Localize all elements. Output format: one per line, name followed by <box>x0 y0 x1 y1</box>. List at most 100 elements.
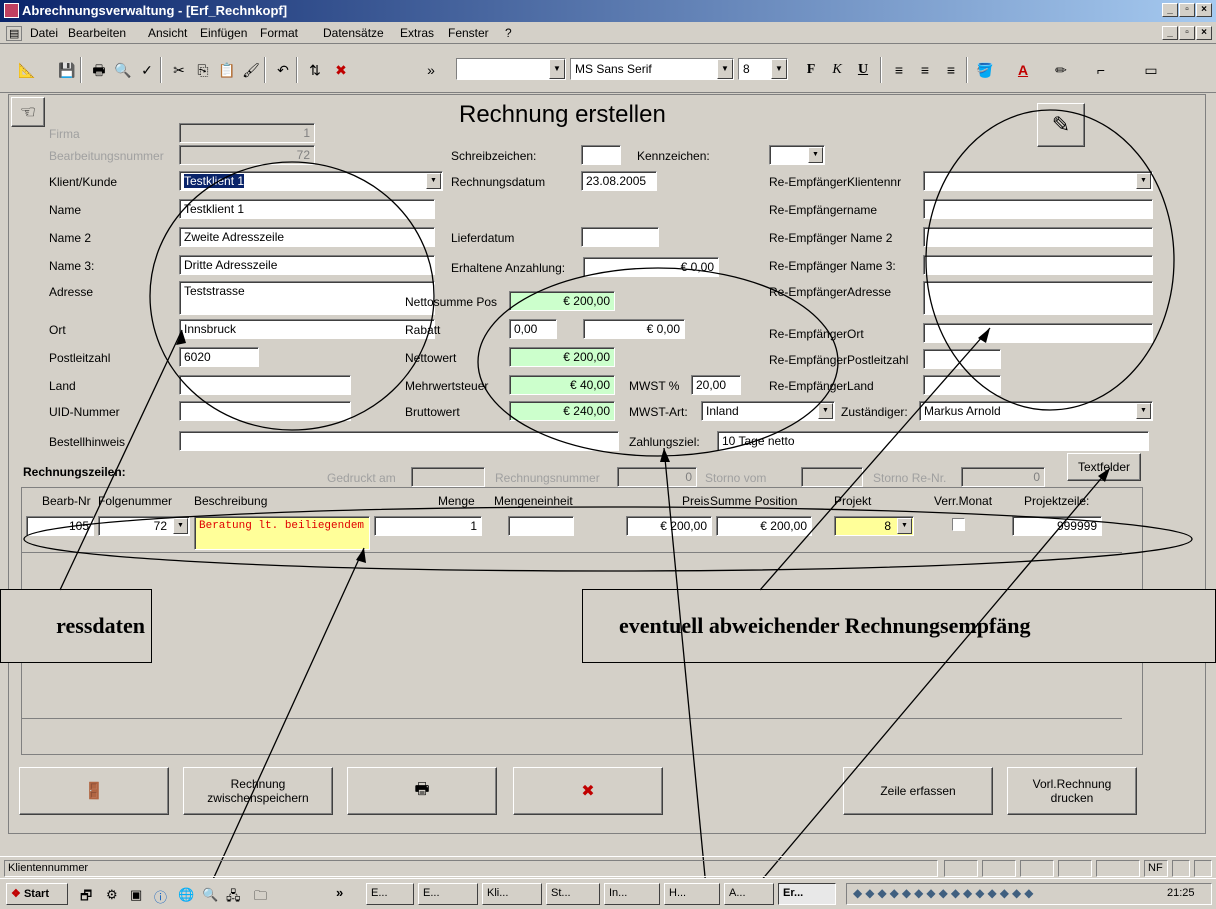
doc-restore-button[interactable]: ▫ <box>1179 26 1195 40</box>
mwst-art-combo[interactable]: Inland ▼ <box>701 401 835 421</box>
tray-icons[interactable]: ◆◆◆◆◆◆◆◆◆◆◆◆◆◆◆ <box>853 886 1036 900</box>
border-icon[interactable]: ⌐ <box>1090 59 1112 81</box>
row-menge[interactable]: 1 <box>374 516 482 536</box>
restore-button[interactable]: ▫ <box>1179 3 1195 17</box>
font-size-combo[interactable]: 8 ▼ <box>738 58 788 80</box>
land-field[interactable] <box>179 375 351 395</box>
vorl-rechnung-button[interactable]: Vorl.Rechnung drucken <box>1007 767 1137 815</box>
kennzeichen-combo[interactable]: ▼ <box>769 145 825 165</box>
cut-icon[interactable]: ✂ <box>168 59 190 81</box>
line-style-icon[interactable]: ▭ <box>1140 59 1162 81</box>
toolbar-overflow-icon[interactable]: » <box>420 59 442 81</box>
form-menu-icon[interactable]: ▤ <box>6 26 23 41</box>
font-color-icon[interactable]: A <box>1012 59 1034 81</box>
name-field[interactable]: Testklient 1 <box>179 199 435 219</box>
row-mengeneinheit[interactable] <box>508 516 574 536</box>
mwst-pct-field[interactable]: 20,00 <box>691 375 741 395</box>
italic-button[interactable]: K <box>826 59 848 81</box>
design-view-icon[interactable]: 📐 <box>16 59 38 81</box>
ort-field[interactable]: Innsbruck <box>179 319 435 339</box>
row-bearb-nr[interactable]: 105 <box>26 516 94 536</box>
paste-icon[interactable]: 📋 <box>216 59 238 81</box>
quicklaunch-app-icon[interactable]: ⚙ <box>106 887 118 903</box>
quicklaunch-browser-icon[interactable]: 🌐 <box>178 887 194 903</box>
re-ort-field[interactable] <box>923 323 1153 343</box>
name3-field[interactable]: Dritte Adresszeile <box>179 255 435 275</box>
row-projektzeile[interactable]: 999999 <box>1012 516 1102 536</box>
row-folgenummer[interactable]: 72 ▼ <box>98 516 190 536</box>
re-plz-field[interactable] <box>923 349 1001 369</box>
align-left-icon[interactable]: ≡ <box>888 59 910 81</box>
minimize-button[interactable]: _ <box>1162 3 1178 17</box>
preview-icon[interactable]: 🔍 <box>112 59 134 81</box>
name2-field[interactable]: Zweite Adresszeile <box>179 227 435 247</box>
schreibzeichen-field[interactable] <box>581 145 621 165</box>
task-item[interactable]: E... <box>366 883 414 905</box>
plz-field[interactable]: 6020 <box>179 347 259 367</box>
task-item[interactable]: E... <box>418 883 478 905</box>
copy-icon[interactable]: ⎘ <box>192 59 214 81</box>
task-item[interactable]: H... <box>664 883 720 905</box>
re-name2-field[interactable] <box>923 227 1153 247</box>
exit-door-icon[interactable]: 🚪 <box>19 767 169 815</box>
zeile-erfassen-button[interactable]: Zeile erfassen <box>843 767 993 815</box>
line-color-icon[interactable]: ✏ <box>1050 59 1072 81</box>
menu-einfuegen[interactable]: Einfügen <box>200 26 247 40</box>
menu-help[interactable]: ? <box>505 26 512 40</box>
pointing-hand-icon[interactable]: ☜ <box>11 97 45 127</box>
edit-pencil-icon[interactable]: ✎ <box>1037 103 1085 147</box>
task-item[interactable]: Kli... <box>482 883 542 905</box>
menu-bearbeiten[interactable]: Bearbeiten <box>68 26 126 40</box>
print-icon[interactable]: 🖶 <box>88 59 110 81</box>
underline-button[interactable]: U <box>852 59 874 81</box>
close-button[interactable]: × <box>1196 3 1212 17</box>
quicklaunch-network-icon[interactable]: 🖧 <box>226 887 241 909</box>
task-item[interactable]: In... <box>604 883 660 905</box>
bold-button[interactable]: F <box>800 59 822 81</box>
sort-icon[interactable]: ⇅ <box>304 59 326 81</box>
task-item[interactable]: A... <box>724 883 774 905</box>
quicklaunch-folder-icon[interactable]: 🗀 <box>254 887 267 909</box>
uid-field[interactable] <box>179 401 351 421</box>
anzahlung-field[interactable]: € 0,00 <box>583 257 719 277</box>
re-name-field[interactable] <box>923 199 1153 219</box>
re-land-field[interactable] <box>923 375 1001 395</box>
re-klientennr-combo[interactable]: ▼ <box>923 171 1153 191</box>
align-right-icon[interactable]: ≡ <box>940 59 962 81</box>
re-adresse-field[interactable] <box>923 281 1153 315</box>
menu-datensaetze[interactable]: Datensätze <box>323 26 384 40</box>
delete-icon-button[interactable]: ✖ <box>513 767 663 815</box>
lieferdatum-field[interactable] <box>581 227 659 247</box>
quicklaunch-terminal-icon[interactable]: ▣ <box>130 887 142 903</box>
task-item[interactable]: St... <box>546 883 600 905</box>
menu-format[interactable]: Format <box>260 26 298 40</box>
re-name3-field[interactable] <box>923 255 1153 275</box>
quicklaunch-search-icon[interactable]: 🔍 <box>202 887 218 903</box>
start-button[interactable]: ❖ Start <box>6 883 68 905</box>
fill-color-icon[interactable]: 🪣 <box>974 59 996 81</box>
menu-ansicht[interactable]: Ansicht <box>148 26 187 40</box>
zahlungsziel-field[interactable]: 10 Tage netto <box>717 431 1149 451</box>
rechnungsdatum-field[interactable]: 23.08.2005 <box>581 171 657 191</box>
quicklaunch-desktop-icon[interactable]: 🗗 <box>80 887 92 909</box>
object-combo[interactable]: ▼ <box>456 58 566 80</box>
quicklaunch-info-icon[interactable]: ⓘ <box>154 887 167 906</box>
rabatt-field[interactable]: 0,00 <box>509 319 557 339</box>
bestellhinweis-field[interactable] <box>179 431 619 451</box>
adresse-field[interactable]: Teststrasse <box>179 281 435 315</box>
menu-fenster[interactable]: Fenster <box>448 26 489 40</box>
klient-combo[interactable]: Testklient 1 ▼ <box>179 171 443 191</box>
save-icon[interactable]: 💾 <box>56 59 78 81</box>
menu-datei[interactable]: Datei <box>30 26 58 40</box>
align-center-icon[interactable]: ≡ <box>914 59 936 81</box>
format-painter-icon[interactable]: 🖌 <box>240 59 262 81</box>
taskbar-overflow-icon[interactable]: » <box>336 885 343 900</box>
spellcheck-icon[interactable]: ✓ <box>136 59 158 81</box>
row-beschreibung[interactable]: Beratung lt. beiliegendem <box>194 516 370 550</box>
row-verr-monat-checkbox[interactable] <box>952 518 965 531</box>
task-item-active[interactable]: Er... <box>778 883 836 905</box>
doc-minimize-button[interactable]: _ <box>1162 26 1178 40</box>
textfelder-button[interactable]: Textfelder <box>1067 453 1141 481</box>
row-projekt[interactable]: 8 ▼ <box>834 516 914 536</box>
print-icon-button[interactable]: 🖶 <box>347 767 497 815</box>
